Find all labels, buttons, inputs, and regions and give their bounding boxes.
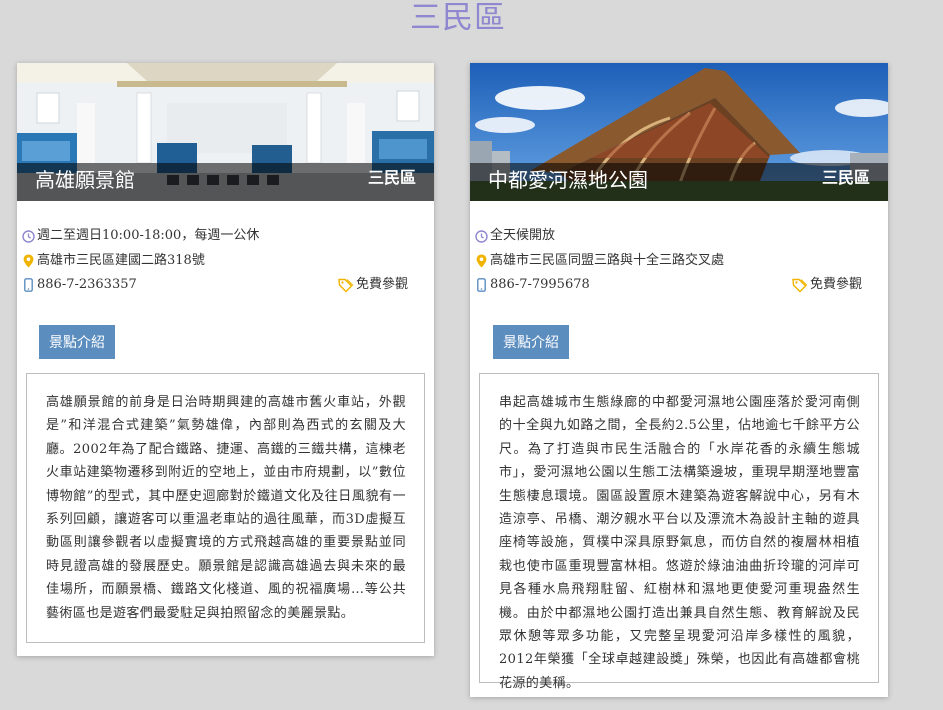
attraction-info: 週二至週日10:00-18:00，每週一公休 高雄市三民區建國二路318號 88… — [20, 224, 434, 298]
page-title: 三民區 — [410, 0, 506, 36]
map-pin-icon — [20, 254, 36, 268]
attraction-district: 三民區 — [367, 168, 416, 187]
opening-hours: 全天候開放 — [490, 228, 556, 244]
hours-row: 全天候開放 — [473, 224, 888, 249]
tag-icon — [338, 278, 354, 293]
address-row: 高雄市三民區同盟三路與十全三路交叉處 — [473, 249, 888, 274]
fee-info: 免費參觀 — [338, 273, 408, 297]
fee-info: 免費參觀 — [792, 273, 862, 297]
attraction-photo[interactable]: 高雄願景館 三民區 — [17, 63, 434, 201]
attraction-district: 三民區 — [821, 168, 870, 187]
hours-row: 週二至週日10:00-18:00，每週一公休 — [20, 224, 434, 249]
map-pin-icon — [473, 254, 489, 268]
phone-number[interactable]: 886-7-7995678 — [490, 273, 590, 297]
phone-row: 886-7-7995678 免費參觀 — [473, 273, 888, 298]
attraction-card-vision-museum: 高雄願景館 三民區 週二至週日10:00-18:00，每週一公休 高雄市三民區建… — [17, 63, 434, 656]
attraction-name: 高雄願景館 — [35, 168, 135, 192]
opening-hours: 週二至週日10:00-18:00，每週一公休 — [37, 228, 260, 244]
clock-icon — [473, 230, 489, 243]
address: 高雄市三民區同盟三路與十全三路交叉處 — [490, 252, 725, 268]
attraction-photo[interactable]: 中都愛河濕地公園 三民區 — [470, 63, 888, 201]
clock-icon — [20, 230, 36, 243]
address: 高雄市三民區建國二路318號 — [37, 252, 205, 268]
tag-icon — [792, 278, 808, 293]
attraction-name: 中都愛河濕地公園 — [488, 168, 648, 192]
phone-icon — [473, 278, 489, 293]
admission-fee: 免費參觀 — [355, 277, 408, 292]
attraction-description: 串起高雄城市生態綠廊的中都愛河濕地公園座落於愛河南側的十全與九如路之間，全長約2… — [479, 373, 879, 691]
phone-row: 886-7-2363357 免費參觀 — [20, 273, 434, 298]
address-row: 高雄市三民區建國二路318號 — [20, 249, 434, 274]
phone-number[interactable]: 886-7-2363357 — [37, 273, 137, 297]
admission-fee: 免費參觀 — [809, 277, 862, 292]
attraction-card-wetland-park: 中都愛河濕地公園 三民區 全天候開放 高雄市三民區同盟三路與十全三路交叉處 88… — [470, 63, 888, 697]
phone-icon — [20, 278, 36, 293]
intro-button[interactable]: 景點介紹 — [39, 325, 115, 359]
attraction-info: 全天候開放 高雄市三民區同盟三路與十全三路交叉處 886-7-7995678 免… — [473, 224, 888, 298]
intro-button[interactable]: 景點介紹 — [493, 325, 569, 359]
attraction-description: 高雄願景館的前身是日治時期興建的高雄市舊火車站，外觀是”和洋混合式建築”氣勢雄偉… — [26, 373, 425, 643]
